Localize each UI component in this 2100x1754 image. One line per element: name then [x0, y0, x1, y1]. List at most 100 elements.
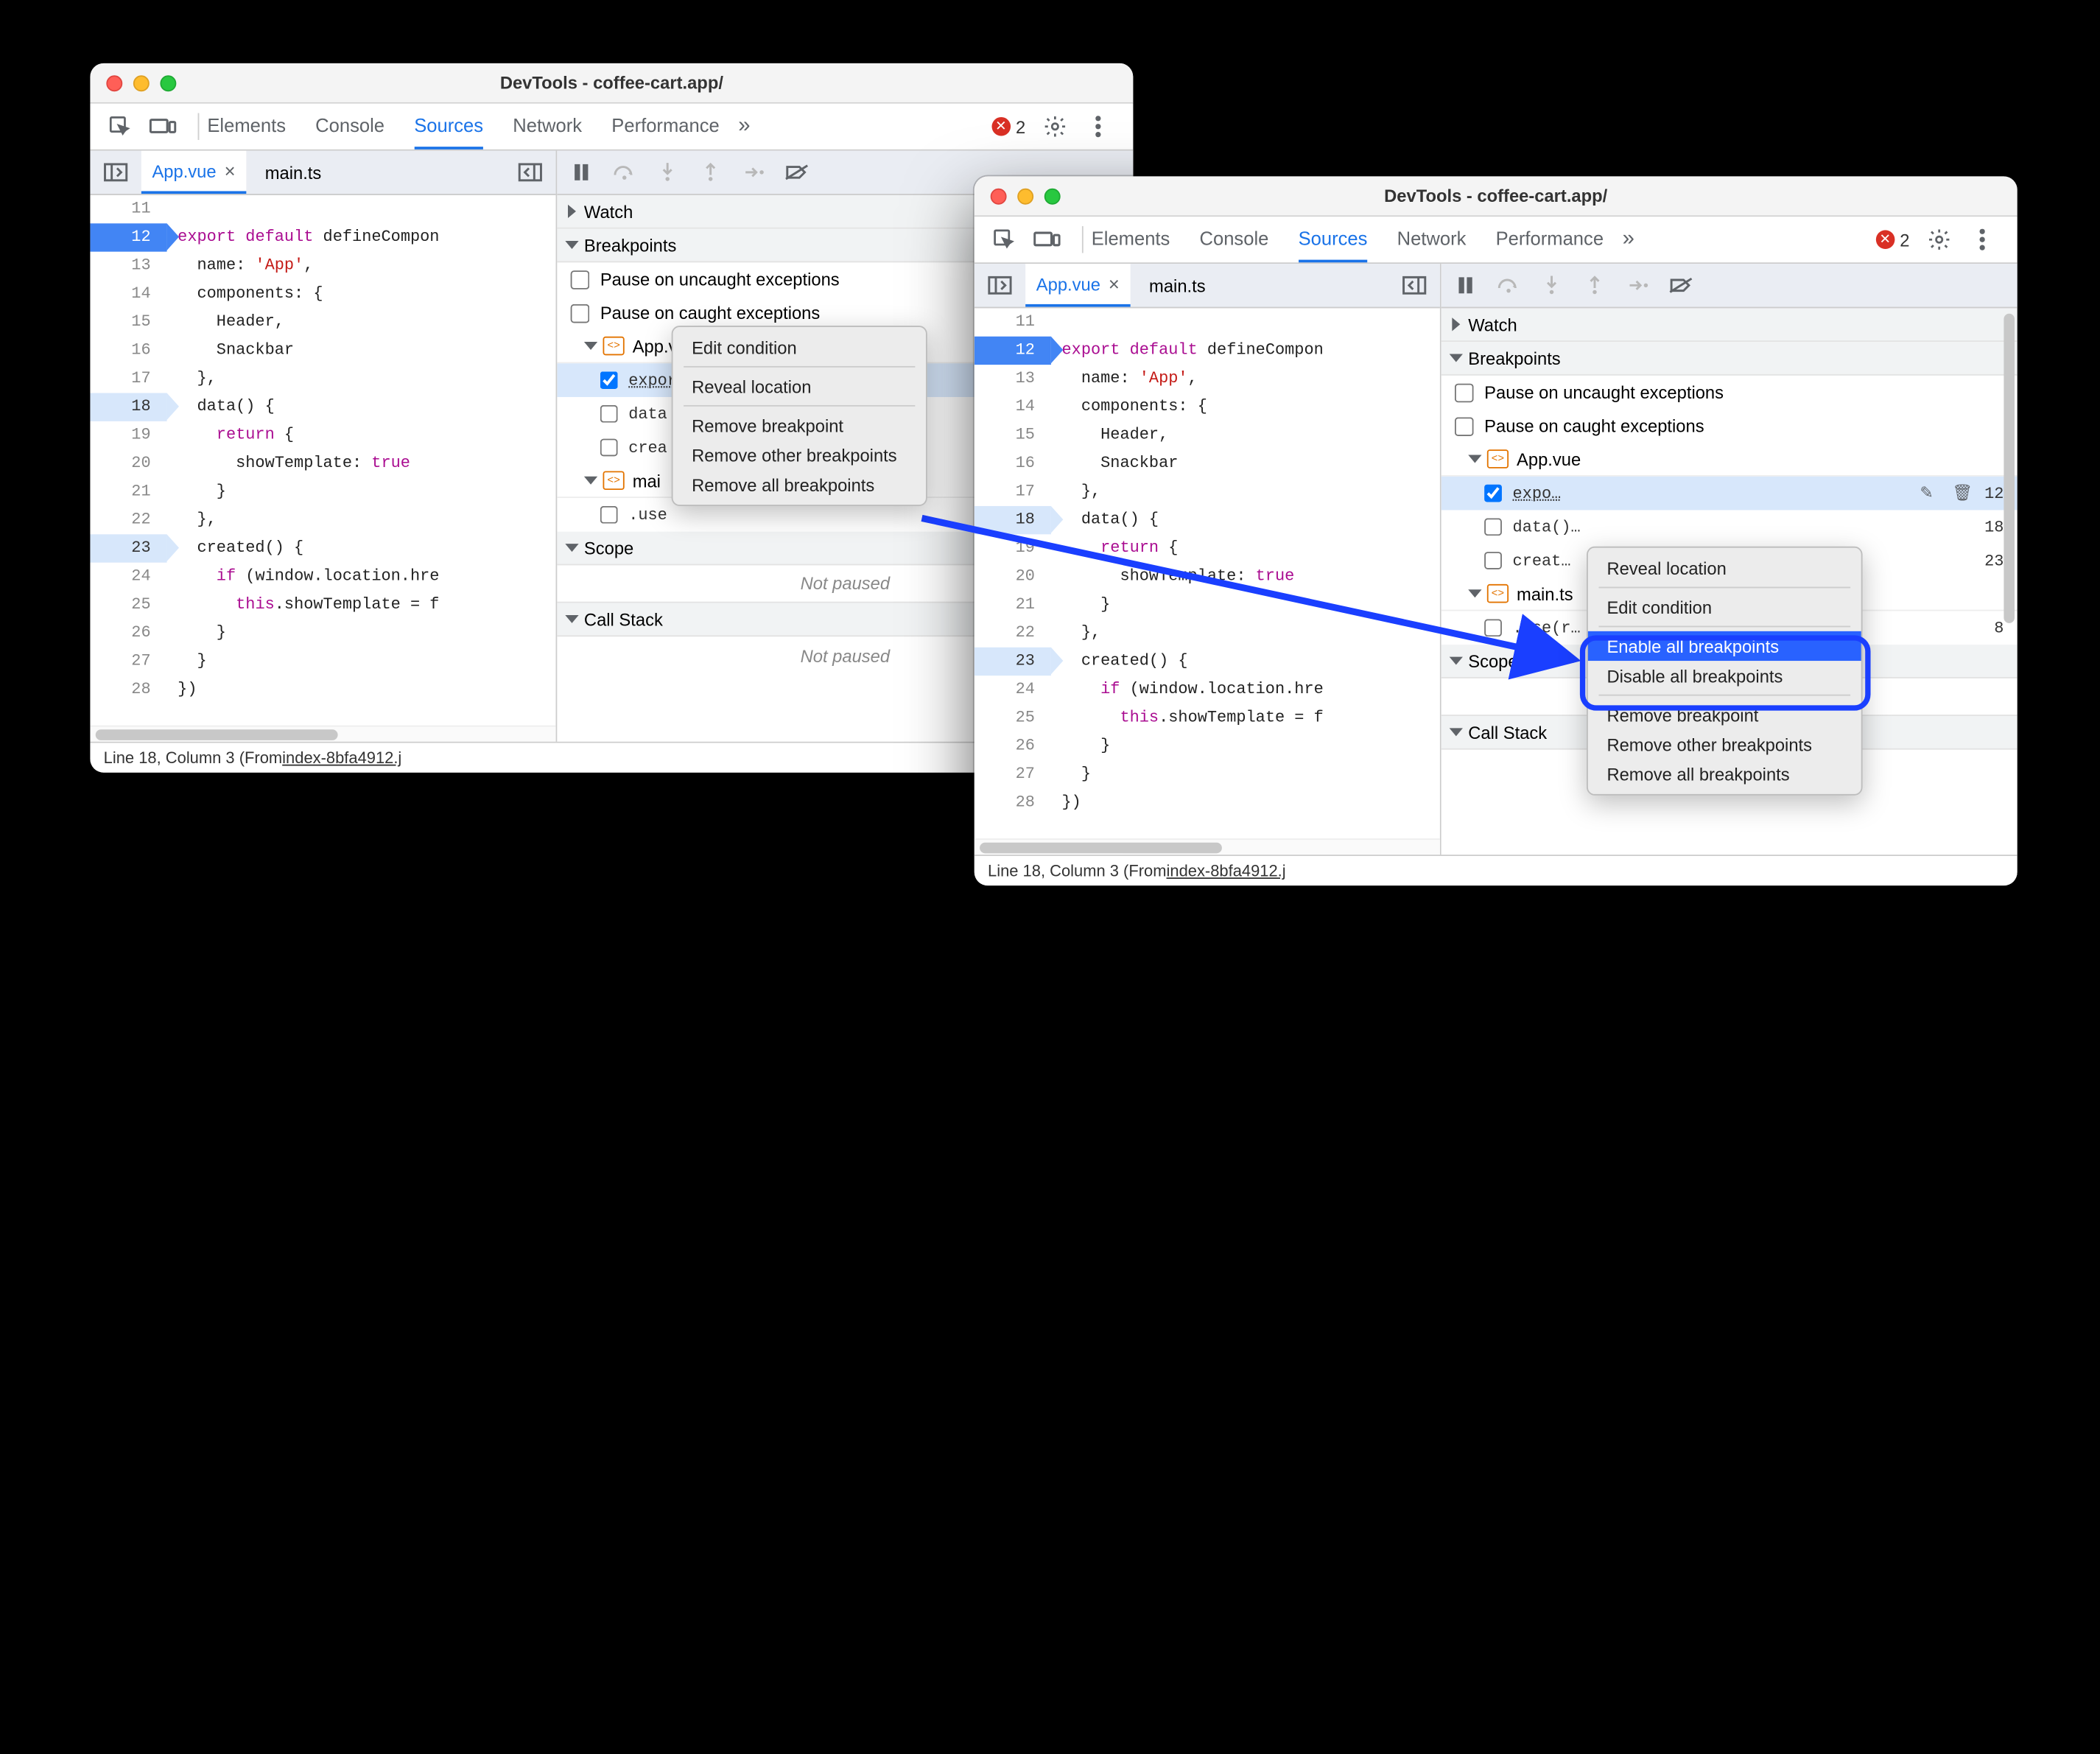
pause-caught-checkbox[interactable] — [571, 304, 590, 323]
menu-disable-all-breakpoints[interactable]: Disable all breakpoints — [1588, 661, 1861, 690]
breakpoint-checkbox[interactable] — [1484, 619, 1502, 636]
deactivate-breakpoints-button[interactable] — [781, 156, 813, 189]
step-button[interactable] — [1622, 269, 1654, 301]
more-files-icon[interactable] — [1397, 268, 1432, 304]
tab-performance[interactable]: Performance — [611, 104, 719, 150]
code-line[interactable]: } — [1051, 732, 1440, 760]
watch-section[interactable]: Watch — [1441, 308, 2018, 342]
code-line[interactable]: data() { — [1051, 506, 1440, 534]
code-line[interactable] — [1051, 308, 1440, 336]
code-line[interactable]: data() { — [167, 393, 556, 421]
code-line[interactable]: if (window.location.hre — [1051, 676, 1440, 704]
gutter-line[interactable]: 19 — [975, 534, 1051, 562]
gutter-line[interactable]: 24 — [975, 676, 1051, 704]
zoom-window-button[interactable] — [1044, 188, 1061, 204]
gutter-line[interactable]: 15 — [975, 421, 1051, 449]
gutter-line[interactable]: 11 — [90, 195, 166, 223]
tab-performance[interactable]: Performance — [1496, 217, 1604, 262]
menu-reveal-location[interactable]: Reveal location — [1588, 553, 1861, 583]
gutter-line[interactable]: 22 — [90, 506, 166, 534]
close-icon[interactable]: × — [1109, 273, 1120, 295]
inspect-icon[interactable] — [104, 110, 136, 143]
gutter-line[interactable]: 13 — [975, 365, 1051, 393]
tab-console[interactable]: Console — [315, 104, 384, 150]
breakpoint-item[interactable]: data()…18 — [1441, 510, 2018, 544]
menu-remove-breakpoint[interactable]: Remove breakpoint — [673, 410, 926, 440]
source-map-link[interactable]: index-8bfa4912.j — [282, 748, 401, 768]
breakpoint-checkbox[interactable] — [600, 506, 618, 524]
code-line[interactable]: created() { — [1051, 648, 1440, 676]
gear-icon[interactable] — [1923, 223, 1956, 256]
tab-sources[interactable]: Sources — [1299, 217, 1368, 262]
code-line[interactable]: } — [1051, 760, 1440, 788]
horizontal-scrollbar[interactable] — [90, 726, 555, 742]
tab-network[interactable]: Network — [513, 104, 582, 150]
more-files-icon[interactable] — [513, 155, 548, 190]
gutter-line[interactable]: 25 — [975, 704, 1051, 732]
gutter-line[interactable]: 14 — [90, 280, 166, 308]
vertical-scrollbar[interactable] — [2004, 314, 2015, 623]
menu-remove-other-breakpoints[interactable]: Remove other breakpoints — [1588, 729, 1861, 759]
menu-remove-breakpoint[interactable]: Remove breakpoint — [1588, 700, 1861, 729]
scrollbar-thumb[interactable] — [96, 729, 338, 740]
gutter-line[interactable]: 24 — [90, 563, 166, 591]
tab-console[interactable]: Console — [1200, 217, 1269, 262]
gutter-line[interactable]: 14 — [975, 393, 1051, 421]
menu-edit-condition[interactable]: Edit condition — [673, 332, 926, 362]
menu-enable-all-breakpoints[interactable]: Enable all breakpoints — [1588, 631, 1861, 661]
gutter-line[interactable]: 12 — [975, 337, 1051, 365]
step-into-button[interactable] — [1536, 269, 1568, 301]
gutter-line[interactable]: 19 — [90, 421, 166, 449]
code-line[interactable]: name: 'App', — [1051, 365, 1440, 393]
gutter-line[interactable]: 20 — [90, 449, 166, 477]
gutter-line[interactable]: 23 — [90, 534, 166, 562]
close-icon[interactable]: × — [225, 160, 236, 181]
menu-remove-other-breakpoints[interactable]: Remove other breakpoints — [673, 440, 926, 469]
gutter-line[interactable]: 13 — [90, 252, 166, 280]
gutter-line[interactable]: 27 — [975, 760, 1051, 788]
pause-uncaught-checkbox[interactable] — [571, 270, 590, 289]
gutter-line[interactable]: 15 — [90, 308, 166, 336]
delete-icon[interactable]: 🗑 — [1952, 483, 1973, 503]
code-line[interactable] — [167, 195, 556, 223]
code-line[interactable]: } — [167, 648, 556, 676]
menu-remove-all-breakpoints[interactable]: Remove all breakpoints — [1588, 759, 1861, 788]
pause-button[interactable] — [1450, 269, 1482, 301]
code-line[interactable]: name: 'App', — [167, 252, 556, 280]
file-tab-main-ts[interactable]: main.ts — [254, 151, 332, 194]
step-out-button[interactable] — [695, 156, 727, 189]
tab-network[interactable]: Network — [1397, 217, 1467, 262]
code-line[interactable]: return { — [1051, 534, 1440, 562]
code-line[interactable]: showTemplate: true — [1051, 563, 1440, 591]
gutter-line[interactable]: 12 — [90, 223, 166, 251]
close-window-button[interactable] — [991, 188, 1007, 204]
step-over-button[interactable] — [1492, 269, 1525, 301]
gutter-line[interactable]: 18 — [975, 506, 1051, 534]
line-gutter[interactable]: 111213141516171819202122232425262728 — [90, 195, 166, 726]
kebab-icon[interactable] — [1966, 223, 1998, 256]
gutter-line[interactable]: 22 — [975, 619, 1051, 647]
code-line[interactable]: this.showTemplate = f — [167, 591, 556, 619]
breakpoint-checkbox[interactable] — [600, 371, 618, 389]
gutter-line[interactable]: 20 — [975, 563, 1051, 591]
tab-sources[interactable]: Sources — [414, 104, 483, 150]
code-lines[interactable]: export default defineCompon name: 'App',… — [1051, 308, 1440, 838]
pause-caught-row[interactable]: Pause on caught exceptions — [1441, 409, 2018, 443]
menu-reveal-location[interactable]: Reveal location — [673, 371, 926, 401]
pause-caught-checkbox[interactable] — [1455, 416, 1474, 435]
step-into-button[interactable] — [651, 156, 684, 189]
minimize-window-button[interactable] — [133, 74, 150, 91]
code-line[interactable]: }, — [1051, 478, 1440, 506]
code-line[interactable]: showTemplate: true — [167, 449, 556, 477]
navigator-toggle-icon[interactable] — [983, 268, 1018, 304]
step-out-button[interactable] — [1578, 269, 1611, 301]
code-editor[interactable]: 111213141516171819202122232425262728 exp… — [975, 308, 1440, 838]
menu-remove-all-breakpoints[interactable]: Remove all breakpoints — [673, 470, 926, 499]
code-line[interactable]: } — [1051, 591, 1440, 619]
breakpoint-checkbox[interactable] — [600, 439, 618, 457]
more-tabs-button[interactable]: » — [738, 114, 750, 138]
pause-button[interactable] — [565, 156, 597, 189]
file-tab-app-vue[interactable]: App.vue × — [1025, 264, 1130, 306]
gutter-line[interactable]: 26 — [975, 732, 1051, 760]
step-button[interactable] — [737, 156, 770, 189]
